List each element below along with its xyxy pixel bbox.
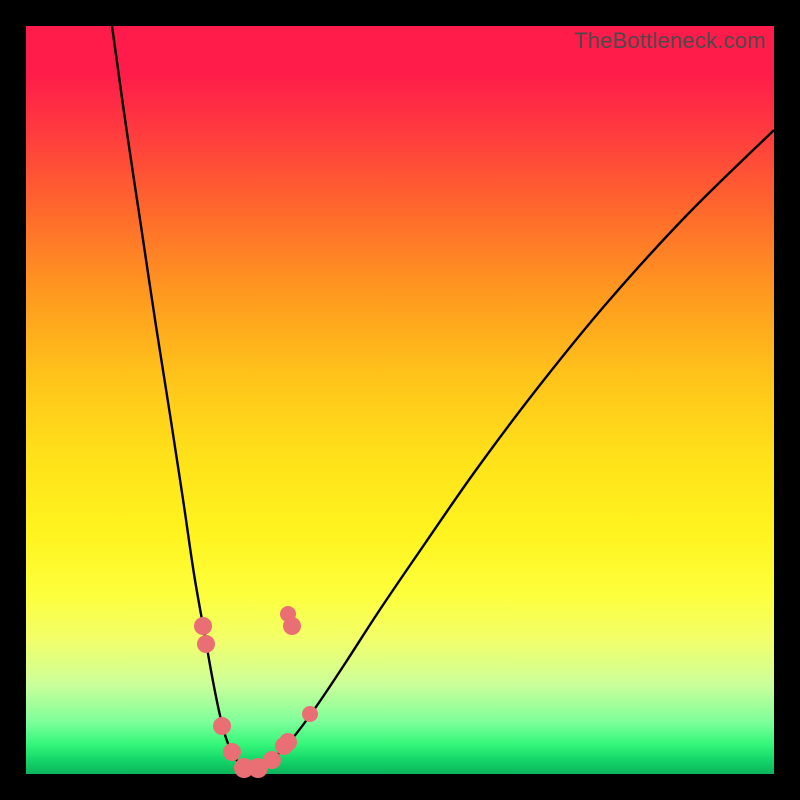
watermark-text: TheBottleneck.com: [574, 28, 766, 54]
bottleneck-curve-svg: [26, 26, 774, 774]
curve-marker: [280, 606, 296, 622]
chart-frame: TheBottleneck.com: [26, 26, 774, 774]
bottleneck-curve: [112, 26, 774, 770]
curve-marker: [194, 617, 212, 635]
curve-marker: [279, 733, 297, 751]
curve-marker: [223, 743, 241, 761]
curve-markers: [194, 606, 318, 778]
curve-marker: [263, 751, 281, 769]
curve-marker: [197, 635, 215, 653]
curve-marker: [213, 717, 231, 735]
curve-marker: [302, 706, 318, 722]
